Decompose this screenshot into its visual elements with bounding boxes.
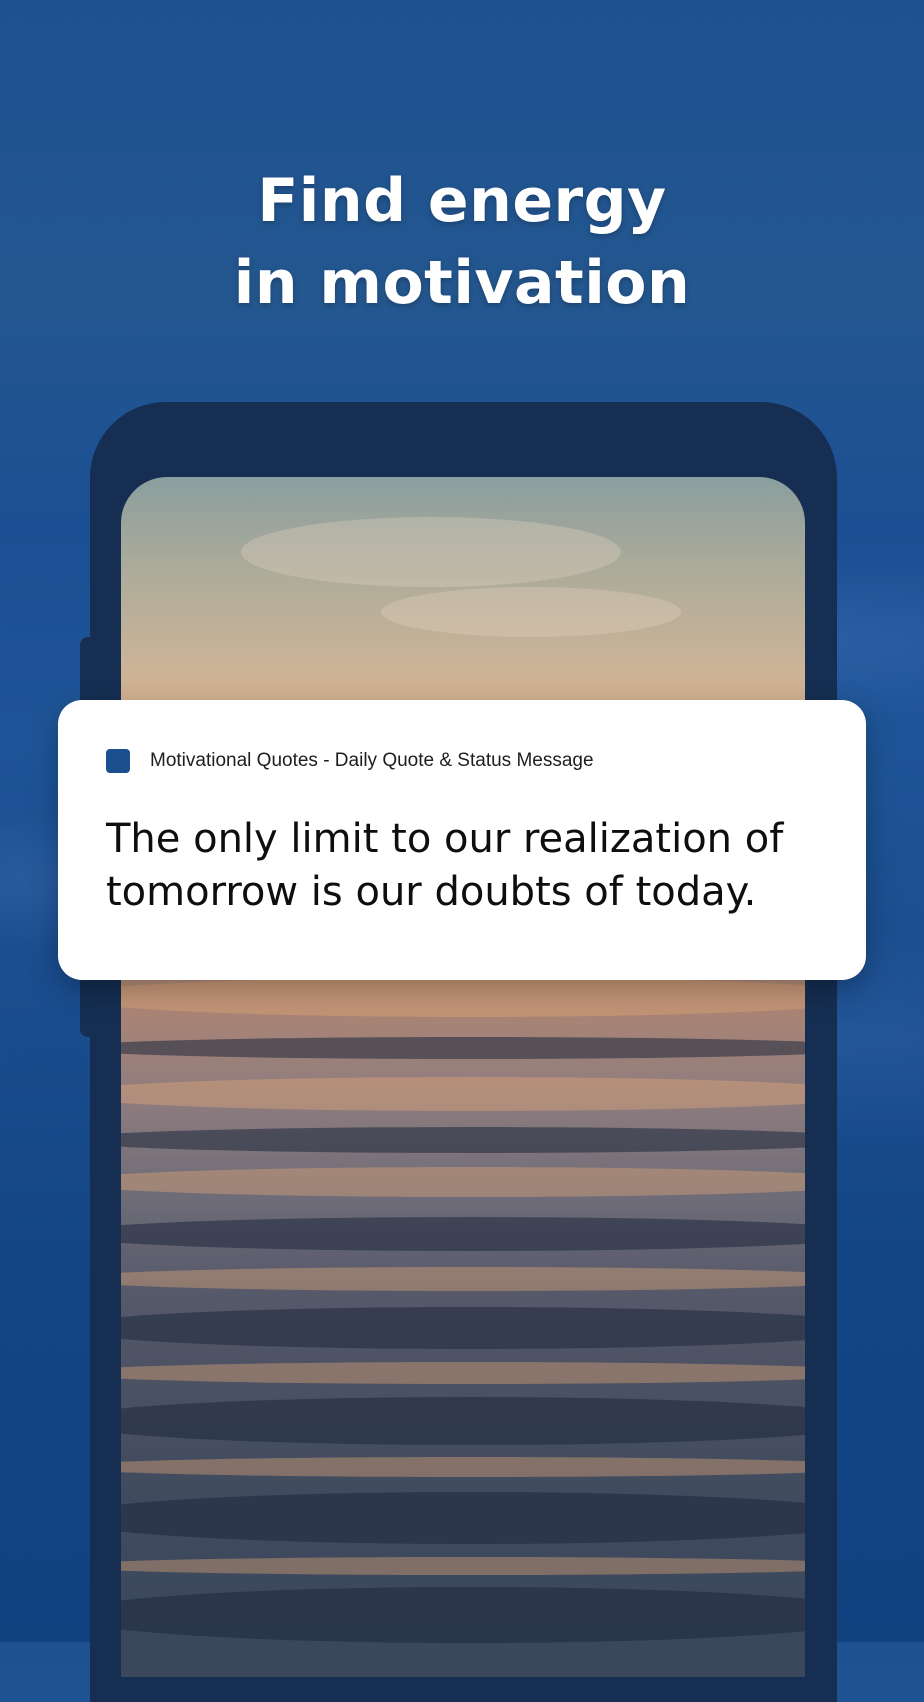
headline-line-1: Find energy xyxy=(257,166,667,236)
phone-screen-ocean-image xyxy=(121,477,805,1677)
quote-notification-card[interactable]: Motivational Quotes - Daily Quote & Stat… xyxy=(58,700,866,980)
headline-line-2: in motivation xyxy=(233,248,691,318)
promo-headline: Find energy in motivation xyxy=(0,160,924,324)
app-icon xyxy=(106,749,130,773)
notification-app-name: Motivational Quotes - Daily Quote & Stat… xyxy=(150,750,594,771)
notification-quote-text: The only limit to our realization of tom… xyxy=(106,816,784,915)
